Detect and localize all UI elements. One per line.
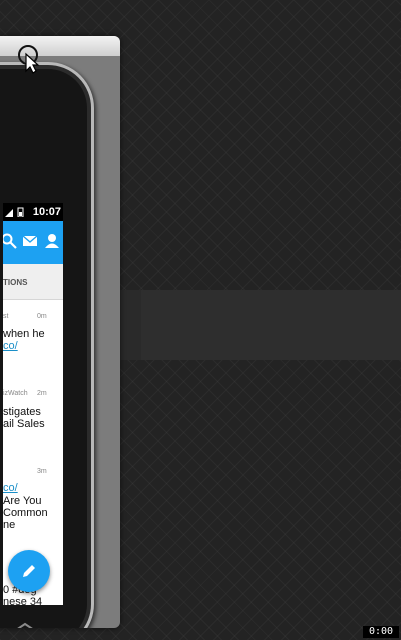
home-icon[interactable] <box>14 622 36 628</box>
search-icon[interactable] <box>3 233 17 249</box>
phone-screen[interactable]: 10:07 TIONS st 0m when he co/ izWatch 2m… <box>3 203 63 605</box>
tweet-link[interactable]: co/ <box>3 341 18 352</box>
tweet-text: when he <box>3 328 45 340</box>
compose-icon <box>23 565 35 577</box>
tweet-text: stigates <box>3 406 41 418</box>
tweet-text: Common <box>3 507 48 519</box>
background-band <box>120 290 141 360</box>
tweet-text: nese 34 <box>3 596 43 606</box>
tweet-author: izWatch <box>3 390 28 397</box>
profile-icon[interactable] <box>44 233 60 249</box>
phone-frame: 10:07 TIONS st 0m when he co/ izWatch 2m… <box>0 62 94 628</box>
tweet-author: st <box>3 313 9 320</box>
mouse-cursor-icon <box>18 45 39 74</box>
status-time: 10:07 <box>32 206 61 218</box>
corner-clock: 0:00 <box>363 626 399 638</box>
messages-icon[interactable] <box>22 233 38 249</box>
tweet-time: 3m <box>37 468 47 475</box>
tab-bar: TIONS <box>3 264 63 300</box>
tweet-text: ail Sales <box>3 418 45 430</box>
tab-notifications[interactable]: TIONS <box>3 278 27 287</box>
signal-battery-icon <box>5 207 24 217</box>
tweet-time: 0m <box>37 313 47 320</box>
background-panel <box>141 290 401 360</box>
compose-button[interactable] <box>8 550 50 592</box>
tweet-time: 2m <box>37 390 47 397</box>
tweet-link[interactable]: co/ <box>3 483 18 494</box>
tweet-text: ne <box>3 519 16 531</box>
tweet-text: Are You <box>3 495 42 507</box>
status-bar: 10:07 <box>3 203 63 221</box>
app-bar <box>3 221 63 264</box>
emulator-window[interactable]: 10:07 TIONS st 0m when he co/ izWatch 2m… <box>0 36 120 628</box>
